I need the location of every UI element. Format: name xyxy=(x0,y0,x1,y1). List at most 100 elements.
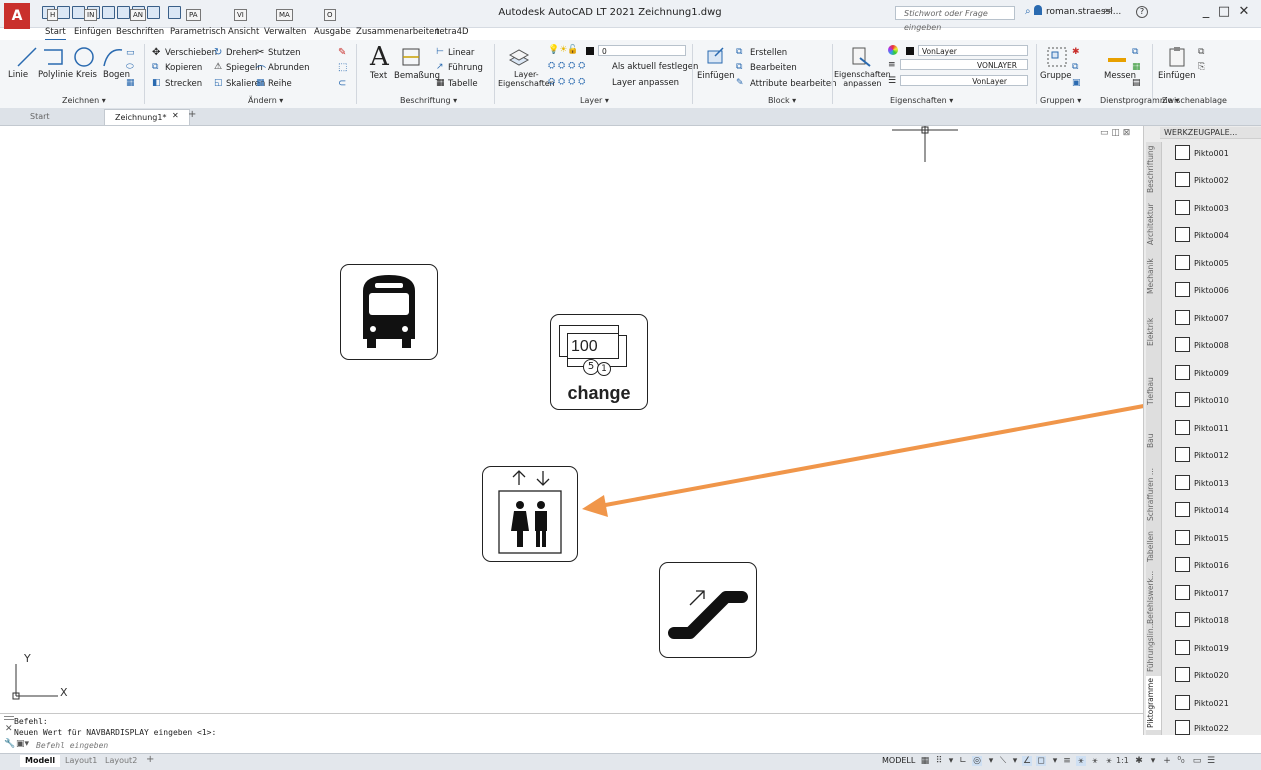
cut-clip-icon[interactable]: ⎘ xyxy=(1198,62,1205,72)
edit-block-button[interactable]: Bearbeiten xyxy=(750,63,797,73)
table-button[interactable]: Tabelle xyxy=(448,79,478,89)
palette-item-pikto006[interactable]: Pikto006 xyxy=(1194,286,1229,295)
block-panel-title[interactable]: Block ▾ xyxy=(768,96,796,105)
tab-ansicht[interactable]: Ansicht xyxy=(228,27,259,39)
erase-icon[interactable]: ✎ xyxy=(338,47,346,58)
model-space-button[interactable]: MODELL xyxy=(882,756,915,765)
user-icon[interactable] xyxy=(1034,5,1042,15)
palette-item-pikto011[interactable]: Pikto011 xyxy=(1194,424,1229,433)
annotation-panel-title[interactable]: Beschriftung ▾ xyxy=(400,96,457,105)
explode-icon[interactable]: ⬚ xyxy=(338,62,347,73)
palette-tab-tabellen[interactable]: Tabellen xyxy=(1146,526,1161,568)
leader-button[interactable]: Führung xyxy=(448,63,483,73)
units-icon[interactable]: ⁰₀ xyxy=(1176,756,1186,766)
offset-icon[interactable]: ⊂ xyxy=(338,78,346,89)
pikto011-icon[interactable] xyxy=(1175,420,1190,435)
close-button[interactable]: ✕ xyxy=(1236,4,1252,20)
pikto019-icon[interactable] xyxy=(1175,640,1190,655)
lineweight-dropdown[interactable]: VonLayer xyxy=(900,75,1028,86)
palette-tab-befehlswerk[interactable]: Befehlswerk... xyxy=(1146,571,1161,624)
palette-item-pikto012[interactable]: Pikto012 xyxy=(1194,451,1229,460)
group-button[interactable]: Gruppe xyxy=(1040,71,1072,81)
match-properties-button[interactable]: Eigenschaften anpassen xyxy=(834,70,891,88)
ellipse-icon[interactable]: ⬭ xyxy=(126,62,134,72)
palette-tab-schraffuren[interactable]: Schraffuren ... xyxy=(1146,466,1161,522)
pikto002-icon[interactable] xyxy=(1175,172,1190,187)
palette-tab-tiefbau[interactable]: Tiefbau xyxy=(1146,366,1161,416)
match-layer-button[interactable]: Layer anpassen xyxy=(612,78,679,88)
modify-panel-title[interactable]: Ändern ▾ xyxy=(248,96,283,105)
palette-tab-architektur[interactable]: Architektur xyxy=(1146,198,1161,250)
workspace-icon[interactable] xyxy=(168,6,181,19)
fillet-button[interactable]: Abrunden xyxy=(268,63,310,73)
palette-item-pikto014[interactable]: Pikto014 xyxy=(1194,506,1229,515)
palette-item-pikto018[interactable]: Pikto018 xyxy=(1194,616,1229,625)
viewport-controls[interactable]: ▭ ◫ ⊠ xyxy=(1100,128,1130,138)
palette-item-pikto001[interactable]: Pikto001 xyxy=(1194,149,1229,158)
maximize-button[interactable]: □ xyxy=(1216,4,1232,20)
auto-scale-icon[interactable]: ⚹ xyxy=(1090,756,1100,766)
lineweight-toggle-icon[interactable]: ≡ xyxy=(1062,756,1072,766)
array-button[interactable]: Reihe xyxy=(268,79,292,89)
layer-dropdown[interactable]: 0 xyxy=(598,45,686,56)
customization-icon[interactable]: ☰ xyxy=(1206,756,1216,766)
hatch-icon[interactable]: ▦ xyxy=(126,78,135,88)
palette-tab-elektrik[interactable]: Elektrik xyxy=(1146,302,1161,362)
application-menu-button[interactable]: A xyxy=(4,3,30,29)
command-input[interactable]: Befehl eingeben xyxy=(36,741,1136,752)
tab-zusammenarbeiten[interactable]: Zusammenarbeiten xyxy=(356,27,440,39)
circle-button[interactable]: Kreis xyxy=(76,70,97,80)
groups-panel-title[interactable]: Gruppen ▾ xyxy=(1040,96,1081,105)
object-snap-dropdown-icon[interactable]: ▾ xyxy=(1050,756,1060,766)
layout-tab-layout1[interactable]: Layout1 xyxy=(60,755,102,767)
rotate-button[interactable]: Drehen xyxy=(226,48,257,58)
palette-item-pikto020[interactable]: Pikto020 xyxy=(1194,671,1229,680)
workspace-dropdown-icon[interactable]: ▾ xyxy=(1148,756,1158,766)
grid-icon[interactable]: ▦ xyxy=(920,756,930,766)
open-file-icon[interactable] xyxy=(57,6,70,19)
layer-properties-button[interactable]: Layer- Eigenschaften xyxy=(498,70,555,88)
line-button[interactable]: Linie xyxy=(8,70,28,80)
object-snap-icon[interactable]: ◻ xyxy=(1036,756,1046,766)
layers-panel-title[interactable]: Layer ▾ xyxy=(580,96,609,105)
text-button[interactable]: Text xyxy=(370,71,387,81)
clean-screen-icon[interactable]: ▭ xyxy=(1192,756,1202,766)
snap-dropdown-icon[interactable]: ▾ xyxy=(946,756,956,766)
pikto021-icon[interactable] xyxy=(1175,695,1190,710)
wrench-icon[interactable]: 🔧 xyxy=(4,739,15,749)
object-snap-tracking-icon[interactable]: ∠ xyxy=(1022,756,1032,766)
isodraft-dropdown-icon[interactable]: ▾ xyxy=(1010,756,1020,766)
redo-icon[interactable] xyxy=(147,6,160,19)
ungroup-icon[interactable]: ✱ xyxy=(1072,47,1080,57)
workspace-switch-icon[interactable]: ✱ xyxy=(1134,756,1144,766)
palette-item-pikto004[interactable]: Pikto004 xyxy=(1194,231,1229,240)
palette-item-pikto013[interactable]: Pikto013 xyxy=(1194,479,1229,488)
quick-select-icon[interactable]: ⧉ xyxy=(1132,47,1138,57)
tab-ausgabe[interactable]: Ausgabe xyxy=(314,27,351,39)
palette-item-pikto015[interactable]: Pikto015 xyxy=(1194,534,1229,543)
id-point-icon[interactable]: ▤ xyxy=(1132,78,1141,88)
stretch-button[interactable]: Strecken xyxy=(165,79,202,89)
palette-tab-bau[interactable]: Bau xyxy=(1146,420,1161,462)
tab-einfuegen[interactable]: Einfügen xyxy=(74,27,112,39)
polyline-button[interactable]: Polylinie xyxy=(38,70,73,80)
palette-tab-beschriftung[interactable]: Beschriftung xyxy=(1146,144,1161,194)
ortho-icon[interactable]: ∟ xyxy=(958,756,968,766)
pikto018-icon[interactable] xyxy=(1175,612,1190,627)
pikto013-icon[interactable] xyxy=(1175,475,1190,490)
pikto009-icon[interactable] xyxy=(1175,365,1190,380)
palette-item-pikto010[interactable]: Pikto010 xyxy=(1194,396,1229,405)
polar-dropdown-icon[interactable]: ▾ xyxy=(986,756,996,766)
search-icon[interactable]: ⌕ xyxy=(1025,6,1031,17)
command-line-grip[interactable] xyxy=(4,716,14,720)
draw-panel-title[interactable]: Zeichnen ▾ xyxy=(62,96,106,105)
annotation-monitor-icon[interactable]: + xyxy=(1162,756,1172,766)
exchange-icon[interactable]: ⚯ xyxy=(1104,6,1112,17)
pikto007-icon[interactable] xyxy=(1175,310,1190,325)
annotation-scale-value[interactable]: 1:1 xyxy=(1116,756,1129,765)
color-dropdown[interactable]: VonLayer xyxy=(918,45,1028,56)
palette-item-pikto016[interactable]: Pikto016 xyxy=(1194,561,1229,570)
doc-tab-close-icon[interactable]: ✕ xyxy=(172,111,179,120)
search-input[interactable]: Stichwort oder Frage eingeben xyxy=(895,6,1015,32)
isodraft-icon[interactable]: ⟍ xyxy=(998,756,1008,766)
